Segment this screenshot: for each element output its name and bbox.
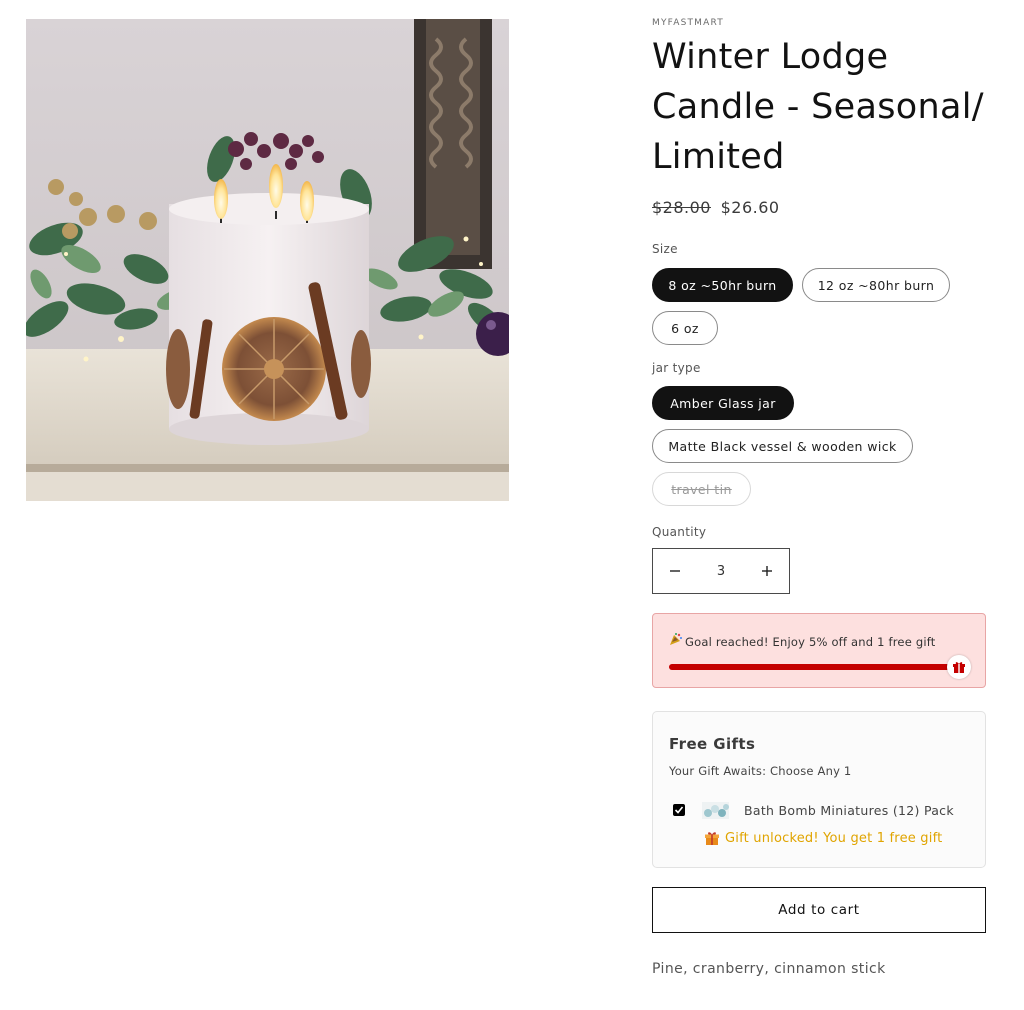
- jar-option-travel-tin[interactable]: travel tin: [652, 472, 751, 506]
- quantity-stepper: 3: [652, 548, 790, 594]
- goal-message: Goal reached! Enjoy 5% off and 1 free gi…: [685, 635, 936, 649]
- gift-option-row[interactable]: Bath Bomb Miniatures (12) Pack: [673, 800, 973, 820]
- compare-at-price: $28.00: [652, 198, 711, 217]
- gift-icon: [947, 655, 971, 679]
- jar-option-matte-black[interactable]: Matte Black vessel & wooden wick: [652, 429, 913, 463]
- size-option-12oz[interactable]: 12 oz ~80hr burn: [802, 268, 950, 302]
- gift-name: Bath Bomb Miniatures (12) Pack: [744, 802, 954, 818]
- quantity-decrease-button[interactable]: [653, 549, 697, 593]
- candle-product-photo: [26, 19, 509, 501]
- checkmark-icon: [674, 806, 684, 814]
- size-label: Size: [652, 242, 678, 256]
- gift-progress-fill: [669, 664, 969, 670]
- size-option-8oz[interactable]: 8 oz ~50hr burn: [652, 268, 793, 302]
- gift-checkbox[interactable]: [673, 804, 685, 816]
- free-gifts-panel: Free Gifts Your Gift Awaits: Choose Any …: [652, 711, 986, 868]
- free-gifts-heading: Free Gifts: [669, 735, 756, 753]
- quantity-input[interactable]: 3: [697, 564, 745, 579]
- quantity-label: Quantity: [652, 525, 707, 539]
- jar-type-label: jar type: [652, 361, 701, 375]
- gift-progress-bar: [669, 664, 969, 670]
- product-title: Winter Lodge Candle - Seasonal/ Limited: [652, 37, 984, 177]
- plus-icon: [762, 566, 772, 576]
- free-gifts-subheading: Your Gift Awaits: Choose Any 1: [669, 764, 852, 778]
- gift-unlocked-text: Gift unlocked! You get 1 free gift: [725, 830, 943, 846]
- gift-unlocked-message: Gift unlocked! You get 1 free gift: [704, 830, 942, 846]
- vendor-name: MYFASTMART: [652, 18, 724, 28]
- party-popper-icon: [669, 633, 685, 649]
- product-image[interactable]: [26, 19, 509, 501]
- add-to-cart-button[interactable]: Add to cart: [652, 887, 986, 933]
- gift-thumbnail: [702, 801, 729, 819]
- size-option-6oz[interactable]: 6 oz: [652, 311, 718, 345]
- gift-goal-banner: Goal reached! Enjoy 5% off and 1 free gi…: [652, 613, 986, 688]
- price: $28.00 $26.60: [652, 198, 780, 217]
- product-description: Pine, cranberry, cinnamon stick: [652, 961, 886, 977]
- jar-option-amber-glass[interactable]: Amber Glass jar: [652, 386, 794, 420]
- minus-icon: [670, 570, 680, 572]
- quantity-increase-button[interactable]: [745, 549, 789, 593]
- wrapped-gift-icon: [705, 832, 719, 845]
- sale-price: $26.60: [720, 198, 780, 217]
